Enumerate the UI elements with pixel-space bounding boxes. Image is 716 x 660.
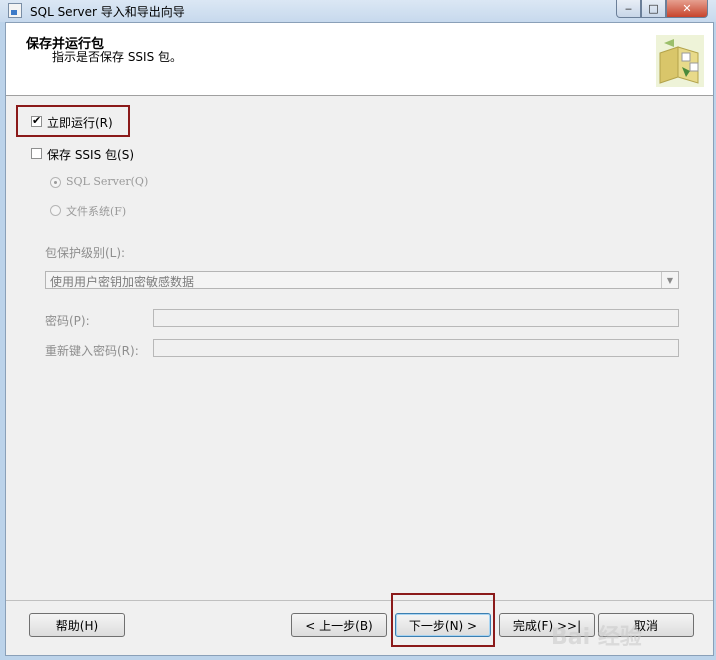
file-system-radio-label: 文件系统(F) (66, 205, 127, 218)
protection-level-select[interactable]: 使用用户密钥加密敏感数据 ▼ (45, 271, 679, 289)
page-subtitle: 指示是否保存 SSIS 包。 (52, 50, 183, 64)
window-controls: ‒ □ ✕ (616, 0, 708, 18)
minimize-button[interactable]: ‒ (616, 0, 641, 18)
save-ssis-checkbox[interactable] (31, 148, 42, 159)
next-button[interactable]: 下一步(N) > (395, 613, 491, 637)
chevron-down-icon[interactable]: ▼ (661, 272, 678, 288)
retype-password-label: 重新键入密码(R): (45, 344, 139, 358)
app-icon (8, 3, 22, 18)
back-button[interactable]: < 上一步(B) (291, 613, 387, 637)
finish-button[interactable]: 完成(F) >>| (499, 613, 595, 637)
window-titlebar[interactable]: SQL Server 导入和导出向导 ‒ □ ✕ (0, 0, 716, 22)
cancel-button[interactable]: 取消 (598, 613, 694, 637)
save-ssis-label[interactable]: 保存 SSIS 包(S) (47, 146, 134, 163)
sql-server-radio-label: SQL Server(Q) (66, 175, 149, 188)
sql-server-radio[interactable] (50, 177, 61, 188)
password-field[interactable] (153, 309, 679, 327)
maximize-button[interactable]: □ (641, 0, 666, 18)
wizard-package-icon (656, 35, 704, 87)
help-button[interactable]: 帮助(H) (29, 613, 125, 637)
run-now-label[interactable]: 立即运行(R) (47, 114, 113, 131)
retype-password-field[interactable] (153, 339, 679, 357)
window-title: SQL Server 导入和导出向导 (30, 5, 185, 19)
wizard-dialog: 保存并运行包 指示是否保存 SSIS 包。 立即运行(R) 保存 SSIS 包(… (5, 22, 714, 656)
wizard-header: 保存并运行包 指示是否保存 SSIS 包。 (6, 23, 713, 96)
run-now-checkbox[interactable] (31, 114, 42, 127)
password-label: 密码(P): (45, 314, 90, 328)
file-system-radio[interactable] (50, 205, 61, 216)
protection-level-label: 包保护级别(L): (45, 246, 126, 260)
close-button[interactable]: ✕ (666, 0, 708, 18)
footer-divider (6, 600, 713, 601)
protection-level-value: 使用用户密钥加密敏感数据 (50, 275, 195, 289)
